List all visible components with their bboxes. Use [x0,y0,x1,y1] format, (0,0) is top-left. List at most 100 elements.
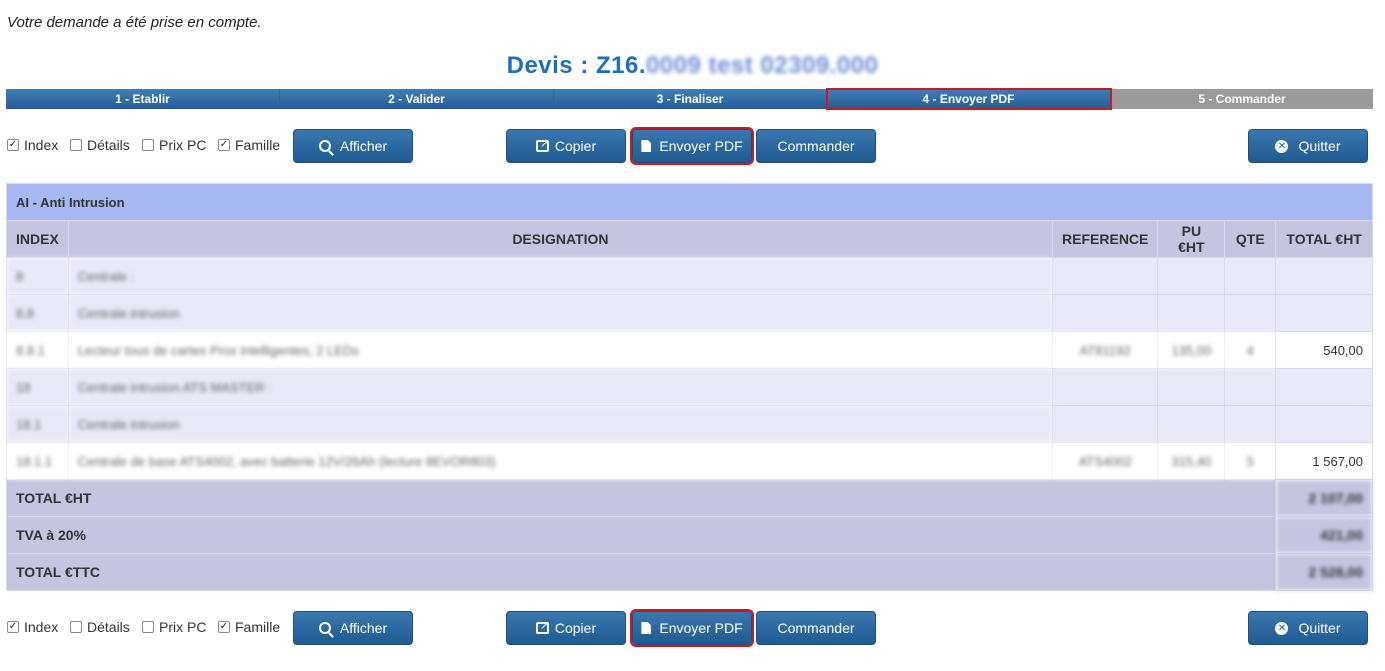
row-qte: 5 [1224,442,1277,480]
total-ttc-label: TOTAL €TTC [5,553,1277,591]
copier-button-bottom[interactable]: Copier [506,611,626,645]
close-circle-icon: ✕ [1275,621,1289,635]
row-total [1275,405,1373,443]
row-qte [1224,294,1277,332]
checkbox-details-bottom[interactable]: Détails [70,619,130,635]
row-designation: Centrale intrusion [67,294,1054,332]
row-qte [1224,405,1277,443]
close-circle-icon: ✕ [1275,139,1289,153]
commander-button-bottom[interactable]: Commander [756,611,876,645]
checkbox-prix-pc-box[interactable] [142,139,154,151]
checkbox-prix-pc-bottom[interactable]: Prix PC [142,619,206,635]
row-reference [1052,257,1159,295]
row-designation: Lecteur tous de cartes Prox intelligente… [67,331,1054,369]
commander-button[interactable]: Commander [756,129,876,163]
checkbox-details-bottom-label: Détails [87,619,130,635]
row-pu [1157,405,1226,443]
step-valider[interactable]: 2 - Valider [280,89,554,109]
commander-label: Commander [777,620,855,636]
row-pu [1157,257,1226,295]
copier-label: Copier [554,620,597,636]
external-link-icon [535,619,549,634]
row-reference: ATS4002 [1052,442,1159,480]
table-row: 18.1.1 Centrale de base ATS4002, avec ba… [6,442,1373,480]
family-label: AI - Anti Intrusion [6,183,1373,221]
row-index: 18.1 [6,405,69,443]
step-envoyer-pdf[interactable]: 4 - Envoyer PDF [826,88,1112,110]
tva-value: 421,00 [1275,516,1373,554]
family-row: AI - Anti Intrusion [6,183,1373,221]
afficher-button-bottom[interactable]: Afficher [293,611,413,645]
page-title: Devis : Z16.0009 test 02309.000 [0,52,1385,80]
total-ht-row: TOTAL €HT 2 107,00 [5,479,1373,517]
row-total [1275,294,1373,332]
step-finaliser[interactable]: 3 - Finaliser [554,89,827,109]
row-pu [1157,368,1226,406]
table-row: 8.8 Centrale intrusion [6,294,1373,332]
envoyer-pdf-label: Envoyer PDF [659,138,743,154]
tva-label: TVA à 20% [5,516,1277,554]
row-total: 540,00 [1275,331,1373,369]
table-row: 18.1 Centrale intrusion [6,405,1373,443]
quitter-button[interactable]: ✕ Quitter [1248,129,1368,163]
row-total [1275,368,1373,406]
row-pu: 315,40 [1157,442,1226,480]
workflow-steps: 1 - Etablir 2 - Valider 3 - Finaliser 4 … [6,88,1373,110]
search-icon [318,140,331,152]
row-designation: Centrale intrusion ATS MASTER : [67,368,1054,406]
envoyer-pdf-button-bottom[interactable]: Envoyer PDF [630,609,754,647]
checkbox-famille-box[interactable]: ✓ [218,139,230,151]
step-etablir[interactable]: 1 - Etablir [6,89,280,109]
quitter-button-bottom[interactable]: ✕ Quitter [1248,611,1368,645]
total-ttc-row: TOTAL €TTC 2 528,00 [5,553,1373,591]
header-designation: DESIGNATION [67,220,1054,258]
checkbox-famille-bottom-box[interactable]: ✓ [218,621,230,633]
checkbox-famille-bottom[interactable]: ✓ Famille [218,619,280,635]
confirmation-notice: Votre demande a été prise en compte. [7,14,262,31]
document-icon [641,622,652,634]
checkbox-index-bottom-box[interactable]: ✓ [7,621,19,633]
header-index: INDEX [6,220,69,258]
external-link-icon [535,137,549,152]
checkbox-prix-pc-bottom-label: Prix PC [159,619,207,635]
row-index: 18.1.1 [6,442,69,480]
header-total: TOTAL €HT [1275,220,1373,258]
row-designation: Centrale : [67,257,1054,295]
checkbox-famille-bottom-label: Famille [235,619,281,635]
total-ttc-value: 2 528,00 [1275,553,1373,591]
envoyer-pdf-label: Envoyer PDF [659,620,743,636]
checkbox-index-bottom-label: Index [24,619,59,635]
header-pu: PU €HT [1157,220,1226,258]
row-qte: 4 [1224,331,1277,369]
checkbox-prix-pc-bottom-box[interactable] [142,621,154,633]
checkbox-index-box[interactable]: ✓ [7,139,19,151]
header-reference: REFERENCE [1052,220,1159,258]
checkbox-details[interactable]: Détails [70,137,130,153]
quitter-label: Quitter [1298,138,1341,154]
checkbox-prix-pc-label: Prix PC [159,137,207,153]
row-reference [1052,368,1159,406]
row-qte [1224,368,1277,406]
table-row: 8.8.1 Lecteur tous de cartes Prox intell… [6,331,1373,369]
envoyer-pdf-button[interactable]: Envoyer PDF [630,127,754,165]
row-total [1275,257,1373,295]
afficher-label: Afficher [339,138,388,154]
afficher-label: Afficher [339,620,388,636]
row-index: 8 [6,257,69,295]
checkbox-famille[interactable]: ✓ Famille [218,137,280,153]
checkbox-prix-pc[interactable]: Prix PC [142,137,206,153]
step-commander[interactable]: 5 - Commander [1111,89,1373,109]
checkbox-details-bottom-box[interactable] [70,621,82,633]
checkbox-index[interactable]: ✓ Index [7,137,58,153]
table-row: 18 Centrale intrusion ATS MASTER : [6,368,1373,406]
checkbox-famille-label: Famille [235,137,281,153]
checkbox-index-bottom[interactable]: ✓ Index [7,619,58,635]
row-designation: Centrale de base ATS4002, avec batterie … [67,442,1054,480]
row-reference [1052,294,1159,332]
afficher-button[interactable]: Afficher [293,129,413,163]
table-row: 8 Centrale : [6,257,1373,295]
tva-row: TVA à 20% 421,00 [5,516,1373,554]
copier-button[interactable]: Copier [506,129,626,163]
checkbox-details-box[interactable] [70,139,82,151]
search-icon [318,622,331,634]
